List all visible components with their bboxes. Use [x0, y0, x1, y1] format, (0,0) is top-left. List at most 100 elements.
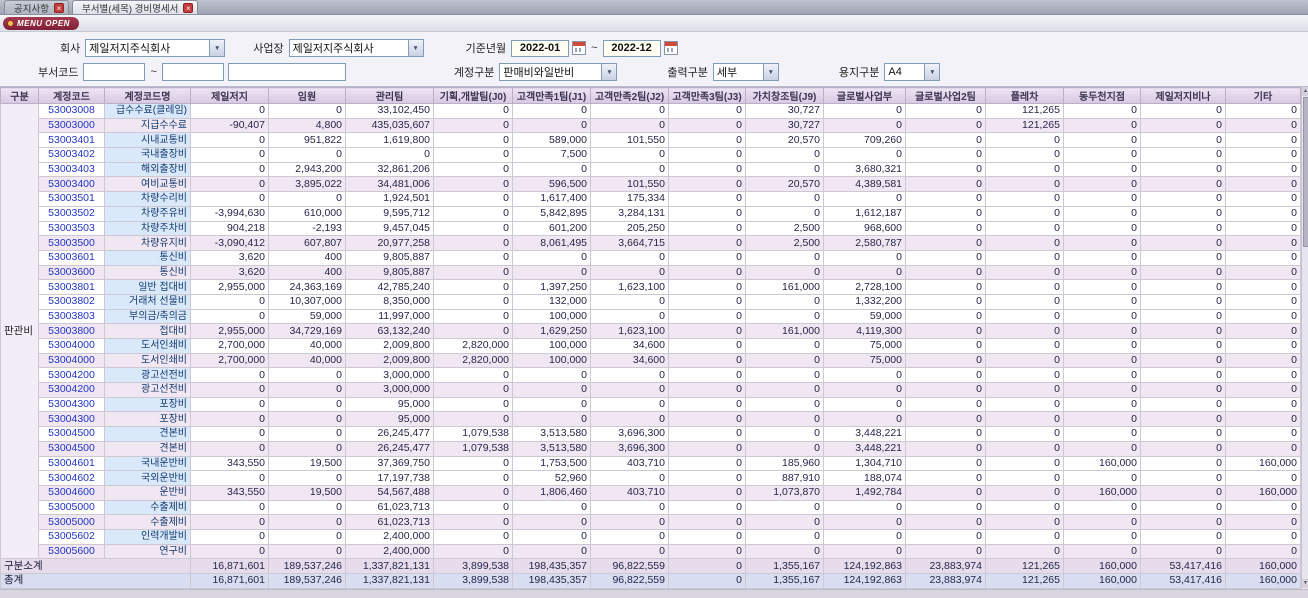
account-name: 차량주차비: [104, 220, 191, 237]
column-header[interactable]: 관리팀: [345, 87, 434, 104]
column-header[interactable]: 글로벌사업2팀: [905, 87, 986, 104]
table-row[interactable]: 53004500 견본비 0 0 26,245,477 1,079,538 3,513,58…: [1, 426, 1301, 442]
table-row[interactable]: 53003802 거래처 선물비 0 10,307,000 8,350,000 0 132,…: [1, 293, 1301, 310]
table-row[interactable]: 53003600 통신비 3,620 400 9,805,887 0 0 0 0 0 0 0 0 0 0 0: [1, 264, 1301, 281]
table-row[interactable]: 53003400 여비교통비 0 3,895,022 34,481,006 0 596,50…: [1, 176, 1301, 193]
table-row[interactable]: 53004200 광고선전비 0 0 3,000,000 0 0 0 0 0 0 0 0 0 0 0: [1, 367, 1301, 384]
amount-cell: 0: [1063, 279, 1141, 295]
column-header[interactable]: 플레차: [985, 87, 1064, 104]
table-row[interactable]: 53005600 연구비 0 0 2,400,000 0 0 0 0 0 0 0 0 0 0 0: [1, 543, 1301, 560]
total-row[interactable]: 총계 16,871,601 189,537,246 1,337,821,131 3,89…: [0, 573, 1301, 589]
column-header[interactable]: 기타: [1225, 87, 1301, 104]
workplace-select[interactable]: 제일저지주식회사 ▼: [288, 39, 424, 57]
tab-expense-report[interactable]: 부서별(세목) 경비명세서 ×: [71, 0, 199, 15]
chevron-down-icon[interactable]: ▼: [407, 40, 423, 56]
account-code: 53004000: [38, 352, 105, 369]
column-header[interactable]: 기획,개발팀(J0): [433, 87, 513, 104]
amount-cell: 9,595,712: [345, 205, 434, 222]
column-header[interactable]: 임원: [268, 87, 346, 104]
column-header[interactable]: 가치창조팀(J9): [745, 87, 824, 104]
dept-name-input[interactable]: [227, 63, 346, 81]
table-row[interactable]: 53004300 포장비 0 0 95,000 0 0 0 0 0 0 0 0 0 0 0: [1, 396, 1301, 413]
column-header[interactable]: 계정코드: [38, 87, 105, 104]
column-header[interactable]: 고객만족2팀(J2): [590, 87, 669, 104]
scrollbar-thumb[interactable]: [1302, 97, 1308, 247]
column-header[interactable]: 구분: [0, 87, 39, 104]
table-row[interactable]: 53003403 해외출장비 0 2,943,200 32,861,206 0 0 0 0 0 3,…: [1, 161, 1301, 178]
table-row[interactable]: 53004200 광고선전비 0 0 3,000,000 0 0 0 0 0 0 0 0 0 0 0: [1, 382, 1301, 398]
column-header[interactable]: 제일저지: [190, 87, 269, 104]
tab-notice[interactable]: 공지사항 ×: [4, 0, 69, 15]
period-from-input[interactable]: [511, 39, 570, 57]
account-name: 해외출장비: [104, 161, 191, 178]
period-to-input[interactable]: [602, 39, 661, 57]
table-row[interactable]: 판관비 53003008 급수수료(클레임) 0 0 33,102,450 0 0 0 0 30,7…: [0, 102, 1301, 560]
output-type-select[interactable]: 세부 ▼: [712, 63, 779, 81]
table-row[interactable]: 53003000 지급수수료 -90,407 4,800 435,035,607 0 0 0 0…: [1, 117, 1301, 134]
amount-cell: 0: [268, 528, 346, 545]
column-header[interactable]: 계정코드명: [104, 87, 191, 104]
chevron-down-icon[interactable]: ▼: [209, 40, 225, 56]
amount-cell: 0: [745, 191, 824, 207]
chevron-down-icon[interactable]: ▼: [924, 64, 940, 80]
calendar-icon[interactable]: [572, 41, 587, 55]
amount-cell: 160,000: [1225, 484, 1301, 501]
table-row[interactable]: 53003401 시내교통비 0 951,822 1,619,800 0 589,000 10…: [1, 132, 1301, 149]
horizontal-scrollbar[interactable]: [0, 588, 1308, 598]
calendar-icon[interactable]: [663, 41, 678, 55]
table-row[interactable]: 53003502 차량주유비 -3,994,630 610,000 9,595,712 0…: [1, 205, 1301, 222]
dept-code-to-input[interactable]: [161, 63, 224, 81]
paper-type-select[interactable]: A4 ▼: [884, 63, 941, 81]
table-row[interactable]: 53003500 차량유지비 -3,090,412 607,807 20,977,258…: [1, 235, 1301, 251]
column-header[interactable]: 글로벌사업부: [823, 87, 906, 104]
row-label: 총계: [0, 573, 191, 589]
column-header[interactable]: 고객만족3팀(J3): [668, 87, 746, 104]
table-row[interactable]: 53003402 국내출장비 0 0 0 0 7,500 0 0 0 0 0 0 0 0 0: [1, 147, 1301, 163]
table-row[interactable]: 53003801 일반 접대비 2,955,000 24,363,169 42,785,…: [1, 279, 1301, 295]
chevron-down-icon[interactable]: ▼: [601, 64, 617, 80]
amount-cell: 0: [190, 382, 269, 398]
table-row[interactable]: 53004000 도서인쇄비 2,700,000 40,000 2,009,800 2,8…: [1, 338, 1301, 354]
table-row[interactable]: 53003803 부의금/축의금 0 59,000 11,997,000 0 100,000…: [1, 308, 1301, 325]
column-header[interactable]: 고객만족1팀(J1): [512, 87, 591, 104]
table-row[interactable]: 53004600 운반비 343,550 19,500 54,567,488 0 1,806…: [1, 484, 1301, 501]
column-header[interactable]: 동두천지점: [1063, 87, 1141, 104]
amount-cell: 7,500: [512, 147, 591, 163]
amount-cell: 0: [668, 367, 746, 384]
company-select[interactable]: 제일저지주식회사 ▼: [85, 39, 226, 57]
table-row[interactable]: 53005000 수출제비 0 0 61,023,713 0 0 0 0 0 0 0 0 0 0 0: [1, 499, 1301, 516]
amount-cell: 0: [1063, 264, 1141, 281]
amount-cell: 0: [433, 103, 513, 119]
table-row[interactable]: 53004601 국내운반비 343,550 19,500 37,369,750 0 1,7…: [1, 455, 1301, 472]
scroll-up-icon[interactable]: ▲: [1301, 87, 1308, 96]
table-row[interactable]: 53004000 도서인쇄비 2,700,000 40,000 2,009,800 2,8…: [1, 352, 1301, 369]
amount-cell: 3,513,580: [512, 440, 591, 457]
amount-cell: 3,680,321: [823, 161, 906, 178]
table-row[interactable]: 53003501 차량수리비 0 0 1,924,501 0 1,617,400 175,33…: [1, 191, 1301, 207]
amount-cell: 0: [823, 543, 906, 560]
subtotal-row[interactable]: 구분소계 16,871,601 189,537,246 1,337,821,131 3,…: [0, 558, 1301, 574]
scroll-down-icon[interactable]: ▼: [1301, 579, 1308, 588]
amount-cell: 0: [745, 440, 824, 457]
menu-open-button[interactable]: MENU OPEN: [3, 16, 79, 30]
chevron-down-icon[interactable]: ▼: [762, 64, 778, 80]
table-row[interactable]: 53004602 국외운반비 0 0 17,197,738 0 52,960 0 0 887,91…: [1, 470, 1301, 486]
amount-cell: 23,883,974: [905, 558, 986, 574]
table-row[interactable]: 53003800 접대비 2,955,000 34,729,169 63,132,240…: [1, 323, 1301, 339]
table-row[interactable]: 53005602 인력개발비 0 0 2,400,000 0 0 0 0 0 0 0 0 0 0 0: [1, 528, 1301, 545]
amount-cell: 0: [1225, 543, 1301, 560]
table-row[interactable]: 53003503 차량주차비 904,218 -2,193 9,457,045 0 601,…: [1, 220, 1301, 237]
column-header[interactable]: 제일저지비나: [1140, 87, 1226, 104]
dept-code-from-input[interactable]: [83, 63, 146, 81]
table-row[interactable]: 53004300 포장비 0 0 95,000 0 0 0 0 0 0 0 0 0 0 0: [1, 411, 1301, 428]
vertical-scrollbar[interactable]: ▲ ▼: [1301, 87, 1308, 588]
amount-cell: 0: [668, 558, 746, 574]
close-icon[interactable]: ×: [53, 2, 64, 13]
table-row[interactable]: 53004500 견본비 0 0 26,245,477 1,079,538 3,513,58…: [1, 440, 1301, 457]
amount-cell: 0: [985, 440, 1064, 457]
table-row[interactable]: 53003601 통신비 3,620 400 9,805,887 0 0 0 0 0 0 0 0 0 0 0: [1, 249, 1301, 266]
amount-cell: -2,193: [268, 220, 346, 237]
table-row[interactable]: 53005000 수출제비 0 0 61,023,713 0 0 0 0 0 0 0 0 0 0 0: [1, 514, 1301, 530]
account-type-select[interactable]: 판매비와일반비 ▼: [499, 63, 618, 81]
close-icon[interactable]: ×: [183, 2, 194, 13]
